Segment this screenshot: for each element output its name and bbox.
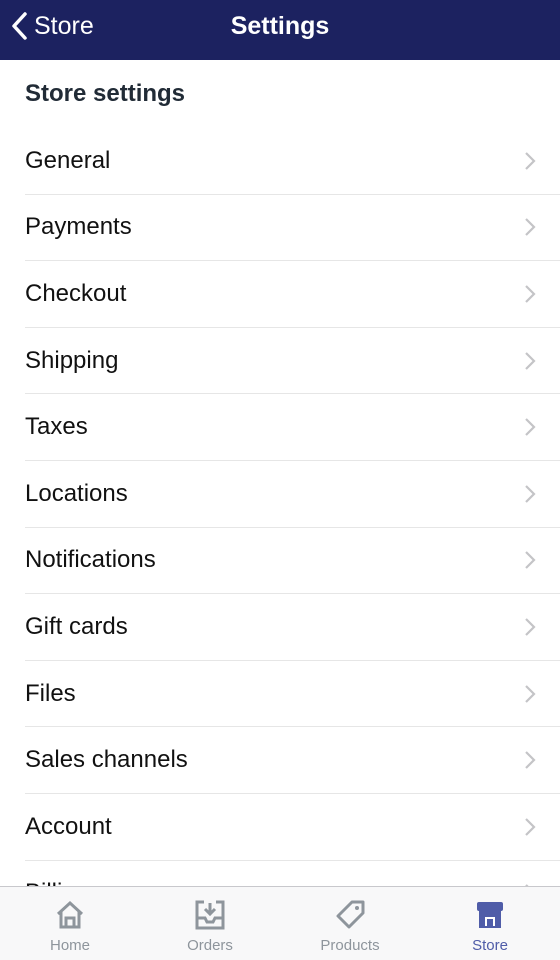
item-label: Gift cards xyxy=(25,612,128,640)
tab-label: Orders xyxy=(187,937,233,954)
chevron-right-icon xyxy=(525,418,536,436)
item-label: Billing xyxy=(25,879,89,886)
settings-item-general[interactable]: General xyxy=(25,128,560,195)
item-label: Sales channels xyxy=(25,746,188,774)
settings-item-files[interactable]: Files xyxy=(25,661,560,728)
chevron-right-icon xyxy=(525,285,536,303)
settings-item-gift-cards[interactable]: Gift cards xyxy=(25,594,560,661)
navigation-bar: Store Settings xyxy=(0,0,560,60)
tag-icon xyxy=(336,900,365,929)
settings-item-payments[interactable]: Payments xyxy=(25,195,560,262)
tab-label: Products xyxy=(320,937,380,954)
page-title: Settings xyxy=(230,12,330,40)
section-title: Store settings xyxy=(25,80,186,107)
tab-store[interactable]: Store xyxy=(420,887,560,960)
tab-orders[interactable]: Orders xyxy=(140,887,280,960)
settings-item-shipping[interactable]: Shipping xyxy=(25,328,560,395)
settings-item-checkout[interactable]: Checkout xyxy=(25,261,560,328)
chevron-right-icon xyxy=(525,817,536,836)
settings-item-locations[interactable]: Locations xyxy=(25,461,560,528)
item-label: Checkout xyxy=(25,279,127,307)
chevron-right-icon xyxy=(525,152,536,170)
chevron-right-icon xyxy=(525,484,536,503)
chevron-right-icon xyxy=(525,618,536,636)
item-label: Files xyxy=(25,679,76,707)
settings-list: General Payments Checkout Shipping Taxes Loca… xyxy=(0,128,560,886)
settings-item-taxes[interactable]: Taxes xyxy=(25,394,560,461)
item-label: Account xyxy=(25,812,112,840)
chevron-right-icon xyxy=(525,218,536,237)
settings-item-billing[interactable]: Billing xyxy=(25,861,560,886)
tab-label: Home xyxy=(49,937,90,954)
tab-label: Store xyxy=(472,937,508,954)
tab-home[interactable]: Home xyxy=(0,887,140,960)
item-label: Shipping xyxy=(25,346,119,374)
chevron-right-icon xyxy=(525,351,536,370)
inbox-download-icon xyxy=(195,900,225,930)
home-icon xyxy=(56,900,84,929)
storefront-icon xyxy=(477,902,503,928)
settings-item-sales-channels[interactable]: Sales channels xyxy=(25,727,560,794)
chevron-right-icon xyxy=(525,551,536,570)
tab-products[interactable]: Products xyxy=(280,887,420,960)
item-label: Notifications xyxy=(25,546,156,574)
settings-item-notifications[interactable]: Notifications xyxy=(25,528,560,595)
tab-bar: Home Orders Products Store xyxy=(0,886,560,960)
item-label: General xyxy=(25,146,111,174)
chevron-right-icon xyxy=(525,751,536,769)
item-label: Payments xyxy=(25,213,132,241)
settings-item-account[interactable]: Account xyxy=(25,794,560,861)
item-label: Locations xyxy=(25,479,128,507)
chevron-right-icon xyxy=(525,684,536,703)
item-label: Taxes xyxy=(25,413,88,441)
